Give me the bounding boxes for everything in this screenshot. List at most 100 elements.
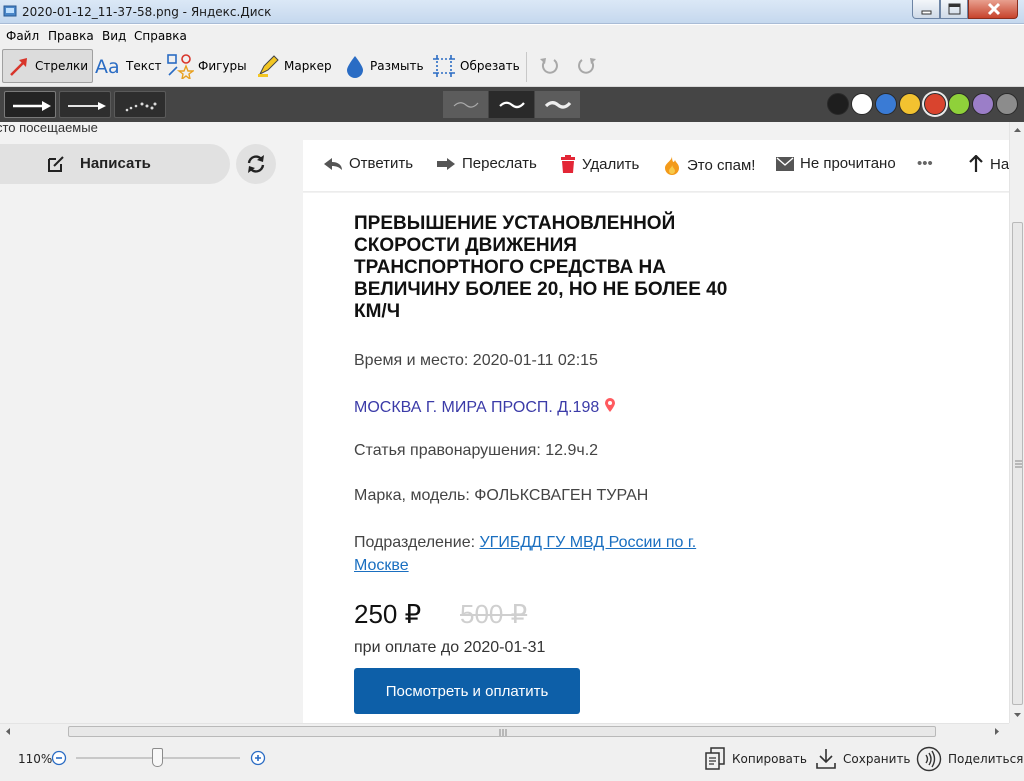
- tool-shapes[interactable]: Фигуры: [166, 49, 247, 83]
- maximize-button[interactable]: [940, 0, 968, 19]
- minimize-icon: [921, 10, 932, 15]
- scroll-up-icon[interactable]: [1010, 124, 1024, 136]
- letter-body: ПРЕВЫШЕНИЕ УСТАНОВЛЕННОЙ СКОРОСТИ ДВИЖЕН…: [303, 193, 1009, 723]
- undo-icon: [540, 58, 558, 74]
- shapes-tool-icon: [167, 54, 194, 79]
- blur-drop-icon: [347, 56, 363, 78]
- tool-shapes-label: Фигуры: [198, 59, 247, 73]
- compose-label: Написать: [80, 155, 151, 172]
- copy-button[interactable]: Копировать: [704, 746, 807, 772]
- menu-edit[interactable]: Правка: [48, 29, 94, 43]
- tool-blur-label: Размыть: [370, 59, 424, 73]
- tool-crop[interactable]: Обрезать: [432, 49, 520, 83]
- redo-icon: [578, 58, 596, 74]
- svg-text:Aa: Aa: [95, 56, 120, 78]
- time-place: Время и место: 2020-01-11 02:15: [354, 352, 598, 369]
- vertical-scroll-thumb[interactable]: [1012, 222, 1023, 705]
- price-current: 250 ₽: [354, 599, 422, 629]
- up-button[interactable]: На: [968, 155, 1009, 173]
- share-button[interactable]: Поделиться: [916, 746, 1023, 772]
- color-purple[interactable]: [972, 93, 994, 115]
- car-row: Марка, модель: ФОЛЬКСВАГЕН ТУРАН: [354, 487, 649, 504]
- map-pin-icon: [604, 398, 615, 412]
- zoom-level: 110%: [18, 752, 53, 766]
- thin-arrow-icon: [68, 102, 106, 110]
- text-tool-icon: Aa: [95, 56, 120, 78]
- share-label: Поделиться: [948, 752, 1024, 766]
- color-black[interactable]: [827, 93, 849, 115]
- tool-crop-label: Обрезать: [460, 59, 520, 73]
- delete-button[interactable]: Удалить: [560, 155, 639, 173]
- menu-view[interactable]: Вид: [102, 29, 126, 43]
- save-label: Сохранить: [843, 752, 911, 766]
- maximize-icon: [948, 3, 961, 15]
- envelope-icon: [776, 156, 794, 171]
- trash-icon: [561, 155, 575, 173]
- window-title: 2020-01-12_11-37-58.png - Яндекс.Диск: [22, 5, 272, 19]
- view-and-pay-button[interactable]: Посмотреть и оплатить: [354, 668, 580, 714]
- undo-button[interactable]: [538, 49, 560, 83]
- color-white[interactable]: [851, 93, 873, 115]
- violation-heading: ПРЕВЫШЕНИЕ УСТАНОВЛЕННОЙ СКОРОСТИ ДВИЖЕН…: [354, 213, 728, 322]
- address-link[interactable]: МОСКВА Г. МИРА ПРОСП. Д.198: [354, 399, 599, 416]
- scroll-right-icon[interactable]: [991, 724, 1003, 739]
- marker-tool-icon: [258, 55, 279, 77]
- save-button[interactable]: Сохранить: [815, 746, 911, 772]
- dotted-arrow-icon: [125, 102, 157, 112]
- compose-button[interactable]: Написать: [0, 144, 230, 184]
- menu-file[interactable]: Файл: [6, 29, 39, 43]
- arrow-style-dotted[interactable]: [114, 91, 166, 118]
- stroke-medium[interactable]: [489, 91, 534, 118]
- forward-label: Переслать: [462, 155, 537, 172]
- color-green[interactable]: [948, 93, 970, 115]
- zoom-slider-thumb[interactable]: [152, 748, 163, 767]
- zoom-out-icon[interactable]: [51, 750, 67, 766]
- reply-icon: [324, 157, 342, 170]
- up-label: На: [990, 155, 1009, 173]
- forward-button[interactable]: Переслать: [436, 155, 537, 172]
- color-gray[interactable]: [996, 93, 1018, 115]
- department-link-line2[interactable]: Москве: [354, 557, 409, 574]
- tool-blur[interactable]: Размыть: [344, 49, 424, 83]
- more-button[interactable]: •••: [917, 155, 933, 172]
- flame-icon: [665, 156, 679, 175]
- thick-stroke-icon: [544, 101, 572, 109]
- grip-icon: [1015, 460, 1022, 468]
- tool-arrows[interactable]: Стрелки: [2, 49, 94, 83]
- tool-marker[interactable]: Маркер: [256, 49, 332, 83]
- reply-button[interactable]: Ответить: [323, 155, 413, 172]
- refresh-button[interactable]: [236, 144, 276, 184]
- image-viewport[interactable]: сто посещаемые Написать Ответить Пересла…: [0, 122, 1009, 723]
- status-bar: 110% Копировать Сохранить Поделиться: [0, 739, 1024, 781]
- compose-icon: [48, 156, 64, 172]
- crop-icon: [433, 55, 455, 77]
- close-button[interactable]: [968, 0, 1018, 19]
- color-yellow[interactable]: [899, 93, 921, 115]
- pay-until: при оплате до 2020-01-31: [354, 639, 546, 656]
- department-link[interactable]: УГИБДД ГУ МВД России по г.: [479, 534, 696, 551]
- color-red[interactable]: [924, 93, 946, 115]
- mark-unread-button[interactable]: Не прочитано: [776, 155, 896, 172]
- tool-text-label: Текст: [126, 59, 162, 73]
- arrow-style-thin[interactable]: [59, 91, 111, 118]
- color-blue[interactable]: [875, 93, 897, 115]
- horizontal-scrollbar[interactable]: [0, 723, 1009, 739]
- department-row: Подразделение: УГИБДД ГУ МВД России по г…: [354, 531, 696, 577]
- vertical-scrollbar[interactable]: [1009, 122, 1024, 723]
- scroll-down-icon[interactable]: [1010, 709, 1024, 721]
- spam-button[interactable]: Это спам!: [663, 155, 755, 175]
- arrow-style-straight[interactable]: [4, 91, 56, 118]
- stroke-thin[interactable]: [443, 91, 488, 118]
- scroll-left-icon[interactable]: [2, 724, 14, 739]
- redo-button[interactable]: [576, 49, 598, 83]
- horizontal-scroll-thumb[interactable]: [68, 726, 936, 737]
- copy-label: Копировать: [732, 752, 807, 766]
- minimize-button[interactable]: [912, 0, 940, 19]
- menu-help[interactable]: Справка: [134, 29, 187, 43]
- tool-text[interactable]: Aa Текст: [94, 49, 162, 83]
- refresh-icon: [247, 155, 265, 173]
- zoom-in-icon[interactable]: [250, 750, 266, 766]
- tool-marker-label: Маркер: [284, 59, 332, 73]
- article-row: Статья правонарушения: 12.9ч.2: [354, 442, 599, 459]
- stroke-thick[interactable]: [535, 91, 580, 118]
